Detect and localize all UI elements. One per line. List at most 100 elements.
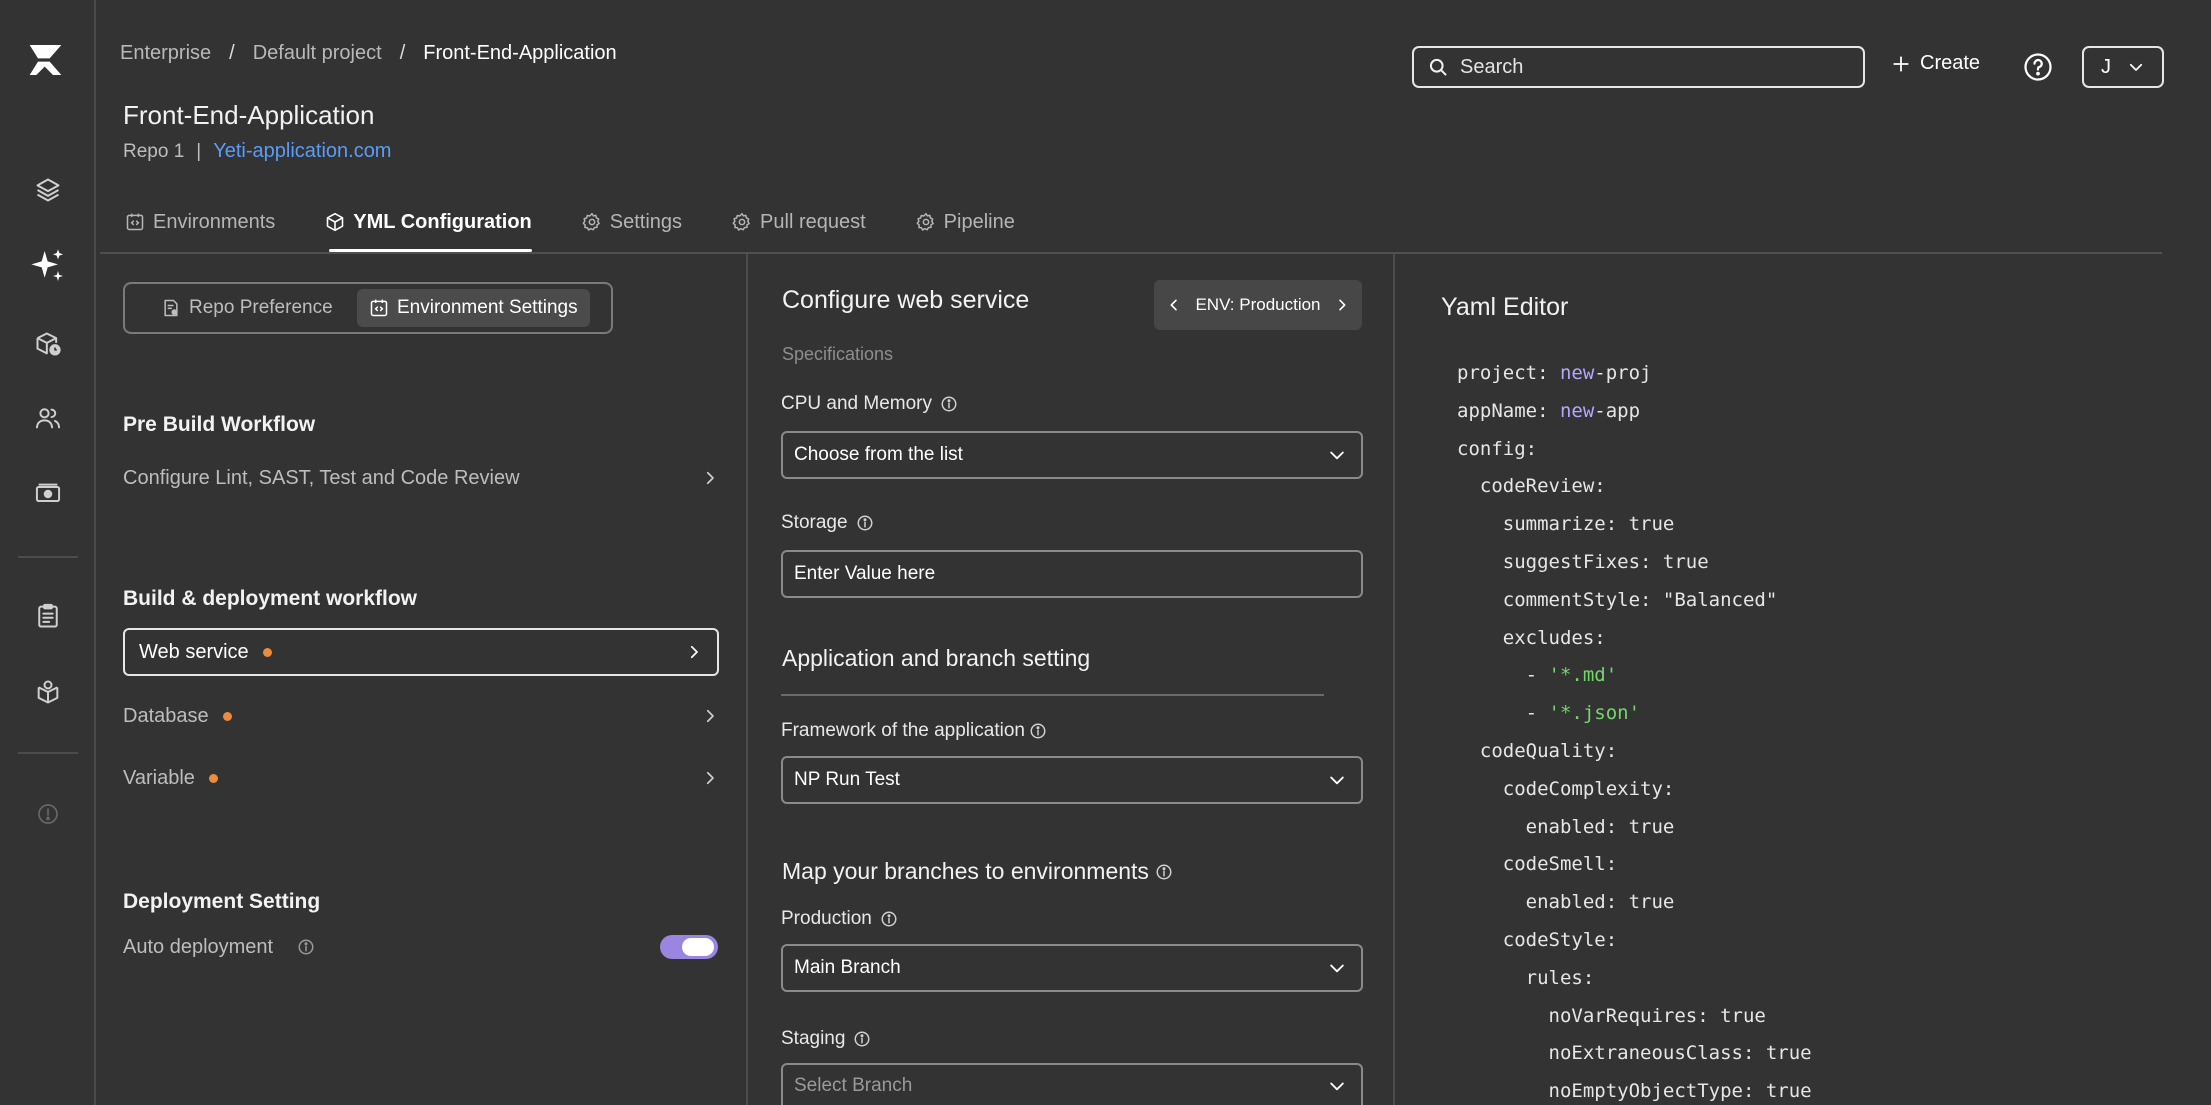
column-divider [746, 254, 748, 1105]
build-deploy-heading: Build & deployment workflow [123, 587, 418, 610]
yaml-line: config: [1457, 437, 1538, 460]
segment-repo-preference[interactable]: Repo Preference [131, 289, 353, 327]
workflow-item-variable[interactable]: Variable [123, 754, 719, 802]
section-divider [781, 694, 1324, 696]
tab-divider [100, 252, 2162, 254]
sparkles-icon[interactable] [28, 246, 68, 286]
search-placeholder: Search [1460, 55, 1524, 78]
yaml-editor[interactable]: project: new-proj appName: new-app config:… [1457, 355, 1812, 1105]
search-input[interactable]: Search [1412, 46, 1865, 88]
yaml-editor-title: Yaml Editor [1441, 293, 1569, 321]
chevron-right-icon [701, 469, 719, 487]
chevron-left-icon[interactable] [1166, 297, 1182, 313]
document-settings-icon [161, 298, 181, 318]
breadcrumb-item[interactable]: Enterprise [120, 42, 211, 65]
alert-icon[interactable] [28, 794, 68, 834]
info-icon [297, 938, 315, 956]
chevron-right-icon[interactable] [1334, 297, 1350, 313]
yaml-line: noEmptyObjectType: true [1457, 1080, 1812, 1103]
breadcrumb-separator: / [399, 42, 406, 64]
page-title: Front-End-Application [123, 100, 375, 130]
repo-link[interactable]: Yeti-application.com [213, 140, 391, 163]
production-label: Production [781, 908, 898, 930]
column-divider [1393, 254, 1395, 1105]
tab-pipeline[interactable]: Pipeline [916, 205, 1015, 239]
select-value: Main Branch [794, 957, 901, 978]
workflow-item-label: Database [123, 704, 209, 727]
toggle-knob [682, 938, 714, 956]
workflow-item-label: Web service [139, 640, 249, 663]
chevron-down-icon [1327, 445, 1347, 465]
cpu-memory-select[interactable]: Choose from the list [781, 431, 1363, 479]
layers-icon[interactable] [28, 170, 68, 210]
chevron-down-icon [1327, 958, 1347, 978]
yaml-line: codeComplexity: [1457, 777, 1675, 800]
pre-build-heading: Pre Build Workflow [123, 413, 316, 436]
info-icon [856, 514, 874, 532]
repo-label: Repo 1 [123, 140, 185, 162]
yaml-line: commentStyle: "Balanced" [1457, 588, 1778, 611]
create-label: Create [1920, 52, 1981, 74]
segment-label: Repo Preference [189, 297, 333, 318]
logo-icon[interactable] [28, 40, 68, 80]
cpu-memory-label: CPU and Memory [781, 393, 958, 415]
yaml-line: project: new-proj [1457, 362, 1652, 384]
env-icon [125, 212, 145, 232]
yaml-line: excludes: [1457, 626, 1606, 649]
pre-build-item-label: Configure Lint, SAST, Test and Code Revi… [123, 466, 520, 489]
production-branch-select[interactable]: Main Branch [781, 944, 1363, 992]
breadcrumb-item[interactable]: Default project [253, 42, 382, 65]
gear-icon [582, 212, 602, 232]
env-switcher[interactable]: ENV: Production [1154, 280, 1362, 330]
field-label: Production [781, 908, 872, 929]
configure-title: Configure web service [782, 286, 1030, 314]
users-icon[interactable] [28, 398, 68, 438]
tab-pull-request[interactable]: Pull request [732, 205, 866, 239]
info-icon [1029, 722, 1047, 740]
tab-label: Pull request [760, 210, 866, 233]
tab-settings[interactable]: Settings [582, 205, 682, 239]
clipboard-icon[interactable] [28, 596, 68, 636]
breadcrumb-current[interactable]: Front-End-Application [423, 42, 616, 65]
package-icon[interactable] [28, 672, 68, 712]
create-button[interactable]: Create [1892, 52, 1980, 75]
map-branches-heading: Map your branches to environments [782, 858, 1173, 885]
workflow-item-label: Variable [123, 766, 195, 789]
field-label: Framework of the application [781, 720, 1025, 741]
workflow-item-database[interactable]: Database [123, 692, 719, 740]
rail-divider [18, 556, 78, 558]
tab-environments[interactable]: Environments [125, 205, 275, 239]
billing-icon[interactable] [28, 474, 68, 514]
auto-deployment-toggle[interactable] [660, 935, 718, 959]
field-label: Storage [781, 512, 848, 533]
yaml-line: - '*.json' [1457, 702, 1641, 725]
info-icon [940, 395, 958, 413]
workflow-item-web-service[interactable]: Web service [123, 628, 719, 676]
framework-label: Framework of the application [781, 720, 1047, 742]
framework-select[interactable]: NP Run Test [781, 756, 1363, 804]
yaml-line: noExtraneousClass: true [1457, 1042, 1812, 1065]
env-icon [369, 298, 389, 318]
staging-branch-select[interactable]: Select Branch [781, 1063, 1363, 1105]
input-placeholder: Enter Value here [794, 563, 936, 584]
storage-input[interactable]: Enter Value here [781, 550, 1363, 598]
yaml-line: rules: [1457, 966, 1595, 989]
select-value: Choose from the list [794, 444, 963, 465]
breadcrumb: Enterprise / Default project / Front-End… [120, 42, 617, 65]
tab-yml-configuration[interactable]: YML Configuration [325, 205, 532, 252]
gear-icon [916, 212, 936, 232]
field-label: Staging [781, 1028, 846, 1049]
segment-label: Environment Settings [397, 297, 578, 318]
chevron-right-icon [701, 707, 719, 725]
yaml-line: codeStyle: [1457, 928, 1618, 951]
segment-environment-settings[interactable]: Environment Settings [357, 289, 590, 327]
help-icon[interactable] [2023, 52, 2053, 82]
info-icon [853, 1030, 871, 1048]
breadcrumb-separator: / [229, 42, 235, 64]
box-clock-icon[interactable] [28, 324, 68, 364]
tab-label: YML Configuration [353, 210, 532, 233]
pre-build-item[interactable]: Configure Lint, SAST, Test and Code Revi… [123, 454, 719, 502]
yaml-line: - '*.md' [1457, 664, 1618, 687]
user-menu[interactable]: J [2082, 46, 2164, 88]
chevron-down-icon [1327, 770, 1347, 790]
